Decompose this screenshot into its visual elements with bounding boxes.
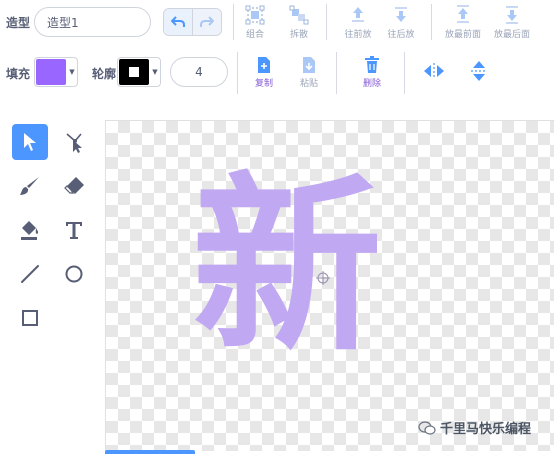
fill-tool[interactable] — [12, 212, 48, 248]
undo-icon — [171, 16, 185, 27]
forward-button[interactable]: 往前放 — [340, 5, 376, 40]
canvas-glyph[interactable]: 新 — [192, 171, 382, 361]
select-tool[interactable] — [12, 124, 48, 160]
back-icon — [506, 6, 518, 24]
front-button[interactable]: 放最前面 — [440, 5, 486, 40]
costume-label: 造型 — [6, 16, 31, 30]
circle-tool[interactable] — [56, 256, 92, 292]
group-button[interactable]: 组合 — [240, 5, 270, 40]
brush-icon — [20, 177, 39, 195]
redo-button[interactable] — [193, 9, 221, 35]
circle-icon — [65, 265, 83, 283]
drawing-canvas[interactable]: 新 — [105, 120, 554, 451]
group-icon — [245, 5, 265, 25]
rectangle-icon — [22, 310, 38, 326]
front-label: 放最前面 — [444, 30, 481, 40]
paste-button[interactable]: 粘贴 — [294, 56, 324, 89]
chevron-down-icon: ▼ — [69, 68, 75, 76]
redo-icon — [200, 16, 214, 27]
group-label: 组合 — [245, 30, 264, 40]
copy-button[interactable]: 复制 — [249, 56, 279, 89]
fill-color-picker[interactable]: ▼ — [34, 57, 78, 87]
backward-button[interactable]: 往后放 — [383, 5, 419, 40]
ungroup-icon — [289, 5, 309, 25]
fill-label: 填充 — [6, 67, 31, 81]
reshape-icon — [66, 133, 82, 153]
flip-horizontal-icon — [424, 63, 444, 79]
line-icon — [21, 265, 39, 283]
wechat-icon — [418, 420, 436, 435]
forward-label: 往前放 — [344, 30, 372, 40]
chevron-down-icon: ▼ — [152, 68, 158, 76]
delete-button[interactable]: 删除 — [357, 56, 387, 89]
fill-swatch — [36, 59, 66, 85]
text-tool[interactable] — [56, 212, 92, 248]
ungroup-label: 拆散 — [289, 30, 308, 40]
delete-icon — [365, 56, 379, 73]
watermark-text: 千里马快乐编程 — [440, 422, 532, 437]
flip-vertical-button[interactable] — [470, 60, 488, 86]
front-icon — [457, 5, 469, 23]
backward-icon — [395, 7, 407, 22]
costume-name-input[interactable]: 造型1 — [34, 7, 151, 37]
rectangle-tool[interactable] — [12, 300, 48, 336]
eraser-tool[interactable] — [56, 168, 92, 204]
backward-label: 往后放 — [387, 30, 415, 40]
undo-redo-group — [163, 8, 222, 36]
copy-label: 复制 — [254, 79, 273, 89]
paste-label: 粘贴 — [299, 79, 318, 89]
back-label: 放最后面 — [493, 30, 530, 40]
text-icon — [66, 222, 82, 239]
outline-width-input[interactable]: 4 — [170, 57, 228, 87]
flip-vertical-icon — [471, 61, 487, 81]
forward-icon — [352, 7, 364, 22]
outline-color-picker[interactable]: ▼ — [117, 57, 161, 87]
outline-label: 轮廓 — [92, 67, 117, 81]
brush-tool[interactable] — [12, 168, 48, 204]
reshape-tool[interactable] — [56, 124, 92, 160]
watermark: 千里马快乐编程 — [418, 418, 531, 437]
ungroup-button[interactable]: 拆散 — [284, 5, 314, 40]
arrow-icon — [24, 133, 36, 151]
delete-label: 删除 — [362, 79, 381, 89]
copy-icon — [258, 57, 270, 73]
back-button[interactable]: 放最后面 — [489, 5, 535, 40]
bucket-icon — [21, 221, 39, 240]
eraser-icon — [64, 177, 84, 194]
line-tool[interactable] — [12, 256, 48, 292]
canvas-scrollbar[interactable] — [105, 450, 195, 454]
undo-button[interactable] — [164, 9, 193, 35]
outline-swatch — [119, 59, 149, 85]
rotation-center-icon — [316, 271, 330, 285]
paste-icon — [303, 57, 315, 73]
flip-horizontal-button[interactable] — [423, 62, 445, 84]
